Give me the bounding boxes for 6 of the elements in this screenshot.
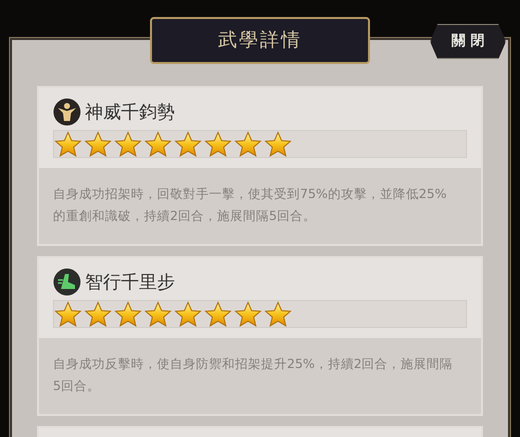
skill-description: 自身成功反擊時，使自身防禦和招架提升25%，持續2回合，施展間隔5回合。 [52, 355, 454, 395]
skill-name: 神威千鈞勢 [85, 100, 175, 124]
skill-description: 自身成功招架時，回敬對手一擊，使其受到75%的攻擊，並降低25%的重創和識破，持續2回合，施展間隔5回合。 [52, 185, 448, 225]
skill-name: 智行千里步 [85, 270, 175, 294]
close-button[interactable]: 關 閉 [430, 24, 506, 59]
dialog-title: 武學詳情 [218, 28, 302, 54]
